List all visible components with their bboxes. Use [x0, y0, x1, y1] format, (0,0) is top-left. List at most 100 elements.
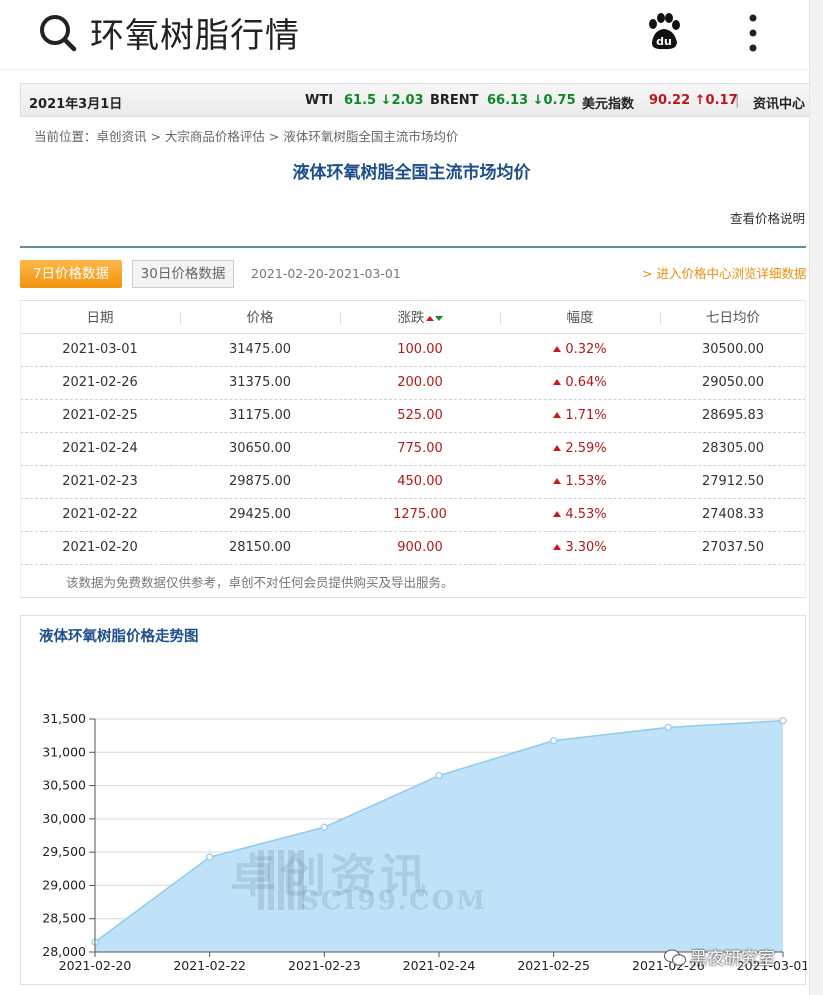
- table-row: 2021-02-23 29875.00 450.00 1.53% 27912.50: [20, 466, 806, 499]
- data-point: [320, 823, 328, 831]
- search-icon[interactable]: [38, 13, 78, 53]
- market-ticker: 2021年3月1日 WTI 61.5 ↓2.03 BRENT 66.13 ↓0.…: [20, 83, 810, 117]
- ticker-date: 2021年3月1日: [29, 97, 123, 112]
- scrollbar[interactable]: [809, 0, 823, 995]
- up-arrow-icon: [553, 511, 562, 517]
- wechat-account-name: 黑夜研究室: [690, 949, 775, 969]
- more-vertical-icon[interactable]: [743, 12, 763, 54]
- cell-change: 775.00: [397, 441, 443, 456]
- data-point: [435, 771, 443, 780]
- up-arrow-icon: [553, 478, 562, 484]
- cell-date: 2021-03-01: [62, 342, 138, 357]
- y-tick-label: 31,000: [42, 744, 86, 759]
- date-range: 2021-02-20-2021-03-01: [251, 266, 401, 281]
- price-note-link[interactable]: 查看价格说明: [730, 208, 805, 227]
- breadcrumb[interactable]: 当前位置：卓创资讯 > 大宗商品价格评估 > 液体环氧树脂全国主流市场均价: [34, 126, 458, 145]
- sort-up-icon[interactable]: [425, 316, 434, 321]
- y-tick-label: 29,000: [42, 877, 86, 892]
- area-fill: [95, 720, 783, 952]
- watermark-en: SCI99.COM: [300, 886, 487, 916]
- wechat-watermark: 黑夜研究室: [664, 944, 775, 970]
- y-tick-label: 30,000: [42, 811, 86, 826]
- wti-label: WTI: [305, 93, 334, 108]
- table-row: 2021-02-22 29425.00 1275.00 4.53% 27408.33: [20, 499, 806, 532]
- cell-price: 29425.00: [228, 507, 292, 522]
- cell-change: 200.00: [397, 375, 443, 390]
- cell-date: 2021-02-26: [62, 375, 138, 390]
- news-center-link[interactable]: 资讯中心: [753, 93, 805, 112]
- table-header: 日期 价格 涨跌 幅度 七日均价: [20, 300, 806, 334]
- up-arrow-icon: [553, 445, 562, 451]
- cell-pct-value: 1.71%: [565, 408, 607, 423]
- table-row: 2021-02-26 31375.00 200.00 0.64% 29050.00: [20, 367, 806, 400]
- usd-index-value: 90.22 ↑0.17: [649, 93, 738, 108]
- cell-pct: 1.53%: [500, 466, 660, 498]
- x-tick-label: 2021-02-25: [517, 958, 590, 973]
- y-tick-label: 31,500: [42, 711, 86, 726]
- table-row: 2021-02-20 28150.00 900.00 3.30% 27037.50: [20, 532, 806, 565]
- table-row: 2021-02-25 31175.00 525.00 1.71% 28695.83: [20, 400, 806, 433]
- price-table: 日期 价格 涨跌 幅度 七日均价 2021-03-01 31475.00 100.0…: [20, 300, 806, 565]
- tab-30-day[interactable]: 30日价格数据: [132, 260, 234, 288]
- header-change-label: 涨跌: [397, 310, 425, 326]
- cell-price: 29875.00: [228, 474, 292, 489]
- header-change[interactable]: 涨跌: [340, 301, 500, 335]
- brent-value: 66.13 ↓0.75: [487, 93, 576, 108]
- page-title: 液体环氧树脂全国主流市场均价: [292, 163, 531, 183]
- cell-avg: 28305.00: [701, 441, 765, 456]
- sort-down-icon[interactable]: [434, 316, 443, 321]
- search-query[interactable]: 环氧树脂行情: [90, 8, 300, 57]
- price-center-link[interactable]: > 进入价格中心浏览详细数据: [642, 263, 806, 282]
- cell-avg: 27408.33: [701, 507, 765, 522]
- tab-7-day[interactable]: 7日价格数据: [20, 260, 122, 288]
- cell-pct-value: 1.53%: [565, 474, 607, 489]
- divider: [20, 246, 806, 248]
- search-bar[interactable]: 环氧树脂行情 du: [0, 0, 823, 70]
- table-row: 2021-03-01 31475.00 100.00 0.32% 30500.00: [20, 334, 806, 367]
- cell-change: 525.00: [397, 408, 443, 423]
- up-arrow-icon: [553, 379, 562, 385]
- header-date[interactable]: 日期: [20, 301, 180, 335]
- chart-panel: 液体环氧树脂价格走势图 28,000 28,500 29,000 29,500 30,0…: [20, 615, 807, 985]
- table-note: 该数据为免费数据仅供参考，卓创不对任何会员提供购买及导出服务。: [66, 575, 454, 590]
- cell-date: 2021-02-20: [62, 540, 138, 555]
- cell-date: 2021-02-25: [62, 408, 138, 423]
- header-avg[interactable]: 七日均价: [660, 301, 806, 335]
- header-pct[interactable]: 幅度: [500, 301, 660, 335]
- cell-change: 1275.00: [393, 507, 447, 522]
- data-point: [206, 853, 214, 861]
- price-trend-chart: 28,000 28,500 29,000 29,500 30,000 30,500 31,0…: [42, 711, 807, 973]
- cell-date: 2021-02-24: [62, 441, 138, 456]
- wti-value: 61.5 ↓2.03: [344, 93, 424, 108]
- cell-pct-value: 4.53%: [565, 507, 607, 522]
- y-tick-label: 28,500: [42, 911, 86, 926]
- cell-pct-value: 2.59%: [565, 441, 607, 456]
- cell-avg: 30500.00: [701, 342, 765, 357]
- usd-index-label: 美元指数: [582, 97, 635, 112]
- header-price[interactable]: 价格: [180, 301, 340, 335]
- x-tick-label: 2021-02-23: [288, 958, 361, 973]
- data-point: [664, 723, 672, 731]
- cell-pct-value: 3.30%: [565, 540, 607, 555]
- cell-pct: 0.64%: [500, 367, 660, 399]
- up-arrow-icon: [553, 412, 562, 418]
- y-tick-label: 29,500: [42, 844, 86, 859]
- cell-pct: 0.32%: [500, 334, 660, 366]
- cell-avg: 29050.00: [701, 375, 765, 390]
- x-tick-label: 2021-02-22: [173, 958, 246, 973]
- ticker-separator: |: [735, 93, 740, 108]
- baidu-paw-icon[interactable]: du: [644, 12, 684, 52]
- cell-avg: 28695.83: [701, 408, 765, 423]
- svg-text:du: du: [656, 35, 672, 48]
- up-arrow-icon: [553, 544, 562, 550]
- cell-price: 31375.00: [228, 375, 292, 390]
- cell-avg: 27037.50: [701, 540, 765, 555]
- cell-change: 900.00: [397, 540, 443, 555]
- data-point: [779, 717, 787, 725]
- cell-pct: 1.71%: [500, 400, 660, 432]
- cell-avg: 27912.50: [701, 474, 765, 489]
- y-tick-label: 30,500: [42, 778, 86, 793]
- cell-change: 450.00: [397, 474, 443, 489]
- up-arrow-icon: [553, 346, 562, 352]
- cell-pct: 3.30%: [500, 532, 660, 564]
